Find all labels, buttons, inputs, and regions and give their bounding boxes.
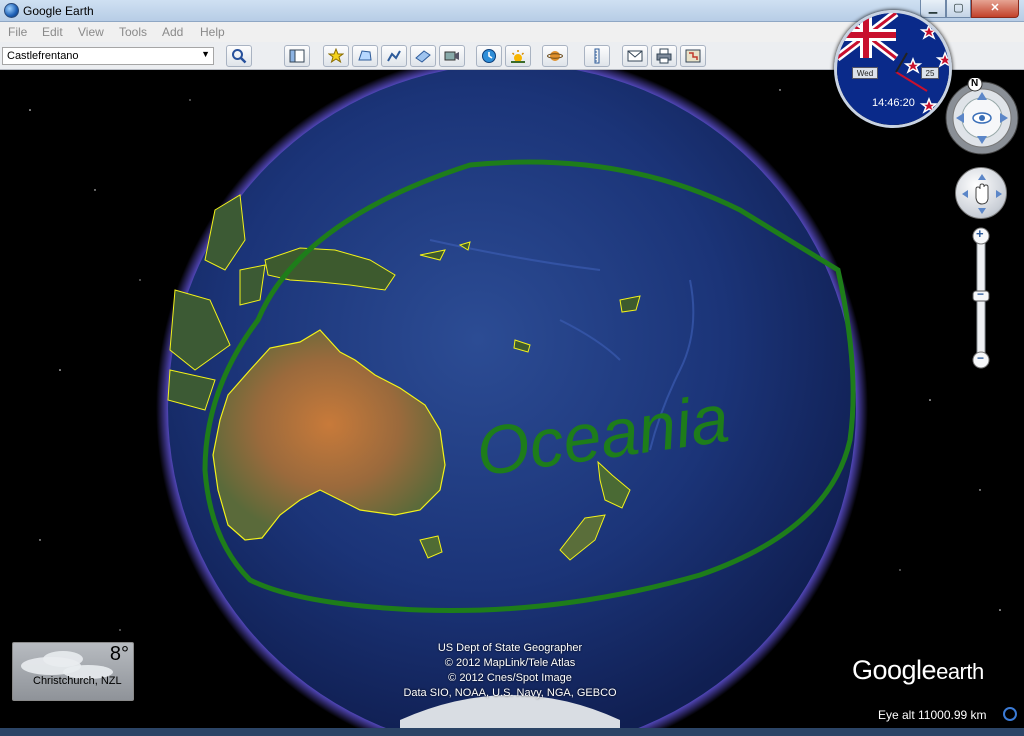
menu-file[interactable]: File: [8, 25, 27, 39]
zoom-slider-thumb[interactable]: −: [977, 287, 984, 301]
menu-view[interactable]: View: [78, 25, 104, 39]
zoom-slider[interactable]: + − −: [970, 226, 992, 370]
zoom-in-button[interactable]: +: [976, 226, 984, 241]
close-button[interactable]: ✕: [971, 0, 1019, 18]
weather-city: Christchurch, NZL: [33, 675, 122, 687]
add-path-button[interactable]: [381, 45, 407, 67]
google-earth-app-icon: [4, 3, 19, 18]
google-earth-logo: Googleearth: [852, 655, 984, 686]
print-icon: [656, 48, 672, 64]
google-earth-window: Google Earth ▁ ▢ ✕ File Edit View Tools …: [0, 0, 1024, 736]
earth-3d-view[interactable]: Oceania US Dept of State Geographer © 20…: [0, 70, 1024, 736]
image-overlay-icon: [415, 50, 431, 63]
credit-line: © 2012 Cnes/Spot Image: [448, 672, 572, 684]
ruler-icon: [594, 48, 600, 64]
search-button[interactable]: [226, 45, 252, 67]
look-joystick-icon: [945, 76, 1019, 155]
historical-imagery-icon: [482, 49, 496, 63]
weather-temperature: 8°: [109, 643, 129, 665]
credit-line: Data SIO, NOAA, U.S. Navy, NGA, GEBCO: [403, 687, 617, 699]
north-indicator[interactable]: N: [971, 78, 978, 89]
clock-day: Wed: [852, 67, 878, 79]
placemark-icon: [328, 48, 344, 64]
look-control[interactable]: N: [942, 76, 1022, 158]
menu-add[interactable]: Add: [162, 25, 183, 39]
eye-altitude-readout: Eye alt 11000.99 km: [878, 708, 987, 722]
menu-edit[interactable]: Edit: [42, 25, 63, 39]
planets-icon: [547, 51, 563, 61]
search-icon: [232, 49, 247, 64]
credit-line: © 2012 MapLink/Tele Atlas: [444, 657, 576, 669]
record-tour-icon: [444, 51, 459, 61]
add-image-overlay-button[interactable]: [410, 45, 436, 67]
add-polygon-button[interactable]: [352, 45, 378, 67]
search-input[interactable]: Castlefrentano ▼: [2, 47, 214, 65]
zoom-out-button[interactable]: −: [977, 351, 984, 365]
logo-brand: Google: [852, 655, 937, 685]
print-button[interactable]: [651, 45, 677, 67]
imagery-credits: US Dept of State Geographer © 2012 MapLi…: [355, 641, 665, 701]
sunlight-icon: [511, 50, 525, 63]
search-input-value: Castlefrentano: [7, 50, 79, 62]
email-icon: [627, 50, 643, 62]
sunlight-button[interactable]: [505, 45, 531, 67]
menu-tools[interactable]: Tools: [119, 25, 147, 39]
move-control[interactable]: [955, 167, 1007, 219]
maximize-button[interactable]: ▢: [946, 0, 971, 18]
planets-button[interactable]: [542, 45, 568, 67]
clock-widget[interactable]: Wed 25 14:46:20: [834, 10, 952, 128]
view-in-maps-icon: [685, 49, 701, 63]
historical-imagery-button[interactable]: [476, 45, 502, 67]
taskbar: [0, 728, 1024, 736]
email-button[interactable]: [622, 45, 648, 67]
record-tour-button[interactable]: [439, 45, 465, 67]
sidebar-button[interactable]: [284, 45, 310, 67]
streaming-status-icon: [1003, 707, 1017, 721]
search-dropdown-icon[interactable]: ▼: [201, 49, 210, 59]
hand-pan-icon: [962, 174, 1002, 214]
view-in-maps-button[interactable]: [680, 45, 706, 67]
add-placemark-button[interactable]: [323, 45, 349, 67]
menu-help[interactable]: Help: [200, 25, 225, 39]
weather-card[interactable]: 8° Christchurch, NZL: [12, 642, 134, 701]
clock-date: 25: [921, 67, 939, 79]
logo-product: earth: [936, 659, 984, 684]
ruler-button[interactable]: [584, 45, 610, 67]
minimize-button[interactable]: ▁: [920, 0, 946, 18]
polygon-icon: [358, 50, 372, 61]
path-icon: [387, 50, 401, 62]
globe-canvas: Oceania: [29, 70, 1001, 736]
window-title: Google Earth: [23, 4, 94, 18]
clock-time: 14:46:20: [872, 97, 915, 109]
credit-line: US Dept of State Geographer: [437, 642, 583, 654]
sidebar-icon: [289, 49, 305, 63]
